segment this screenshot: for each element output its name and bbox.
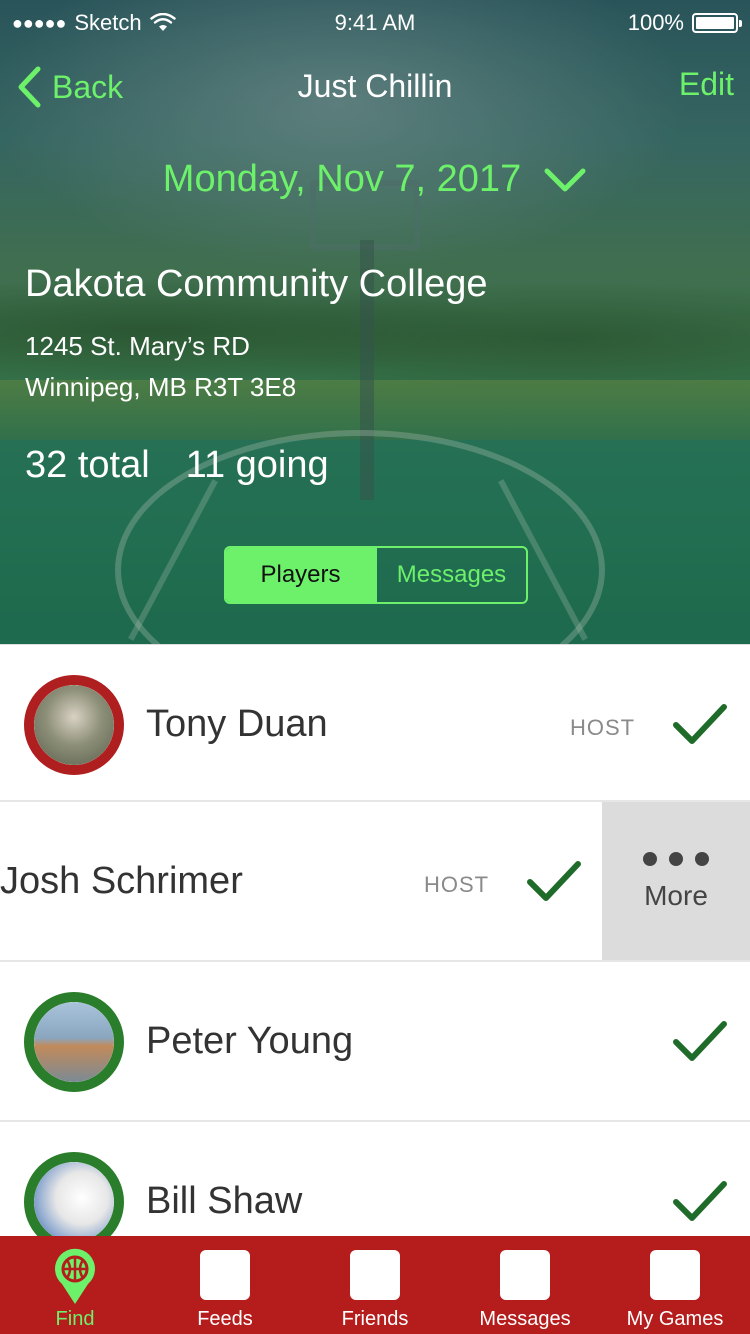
tab-label: Feeds — [197, 1308, 253, 1330]
friends-icon — [350, 1250, 400, 1300]
event-date: Monday, Nov 7, 2017 — [162, 158, 522, 200]
host-badge: HOST — [570, 715, 636, 740]
date-picker-button[interactable]: Monday, Nov 7, 2017 — [163, 158, 587, 201]
going-count: 11 going — [185, 444, 329, 486]
feeds-icon — [200, 1250, 250, 1300]
navigation-bar: Back Just Chillin Edit — [0, 60, 750, 116]
chevron-down-icon — [544, 168, 586, 191]
players-messages-segmented-control: Players Messages — [224, 546, 528, 604]
checkmark-icon — [673, 1181, 727, 1221]
status-bar: ●●●●● Sketch 9:41 AM 100% — [0, 0, 750, 40]
player-name: Josh Schrimer — [0, 860, 243, 902]
segment-players[interactable]: Players — [226, 548, 375, 602]
tab-feeds[interactable]: Feeds — [150, 1236, 300, 1334]
more-action-button[interactable]: More — [602, 802, 750, 960]
venue-address-line1: 1245 St. Mary’s RD — [25, 331, 250, 361]
tab-label: Messages — [479, 1308, 571, 1330]
checkmark-icon — [527, 861, 581, 901]
edit-button[interactable]: Edit — [679, 66, 734, 103]
ellipsis-icon — [643, 852, 709, 866]
checkmark-icon — [673, 1021, 727, 1061]
page-title: Just Chillin — [297, 68, 453, 104]
player-list: Tony Duan HOST Josh Schrimer HOST More P… — [0, 644, 750, 1282]
player-name: Peter Young — [146, 1020, 354, 1062]
battery-percent: 100% — [627, 10, 684, 35]
basketball-pin-icon — [55, 1248, 95, 1304]
avatar — [24, 675, 124, 775]
host-badge: HOST — [424, 872, 490, 897]
total-count: 32 total — [25, 444, 150, 486]
venue-name: Dakota Community College — [25, 263, 488, 305]
segment-messages[interactable]: Messages — [375, 548, 526, 602]
event-header: ●●●●● Sketch 9:41 AM 100% Back Just Chil… — [0, 0, 750, 644]
player-name: Tony Duan — [146, 703, 328, 745]
tab-label: Friends — [341, 1308, 409, 1330]
checkmark-icon — [673, 704, 727, 744]
avatar — [24, 992, 124, 1092]
messages-icon — [500, 1250, 550, 1300]
battery-icon — [692, 13, 742, 33]
player-row[interactable]: Peter Young — [0, 962, 750, 1122]
attendance-counts: 32 total 11 going — [25, 444, 329, 487]
tab-label: My Games — [626, 1308, 724, 1330]
tab-bar: Find Feeds Friends Messages My Games — [0, 1236, 750, 1334]
venue-address-line2: Winnipeg, MB R3T 3E8 — [25, 372, 297, 402]
tab-messages[interactable]: Messages — [450, 1236, 600, 1334]
player-row[interactable]: Tony Duan HOST — [0, 644, 750, 802]
player-row-content: Josh Schrimer HOST — [0, 802, 604, 960]
player-name: Bill Shaw — [146, 1180, 303, 1222]
player-row[interactable]: Josh Schrimer HOST More — [0, 802, 750, 962]
date-selector: Monday, Nov 7, 2017 — [0, 158, 750, 201]
tab-friends[interactable]: Friends — [300, 1236, 450, 1334]
tab-find[interactable]: Find — [0, 1236, 150, 1334]
my-games-icon — [650, 1250, 700, 1300]
tab-label: Find — [55, 1308, 95, 1330]
tab-my-games[interactable]: My Games — [600, 1236, 750, 1334]
more-label: More — [644, 880, 708, 911]
